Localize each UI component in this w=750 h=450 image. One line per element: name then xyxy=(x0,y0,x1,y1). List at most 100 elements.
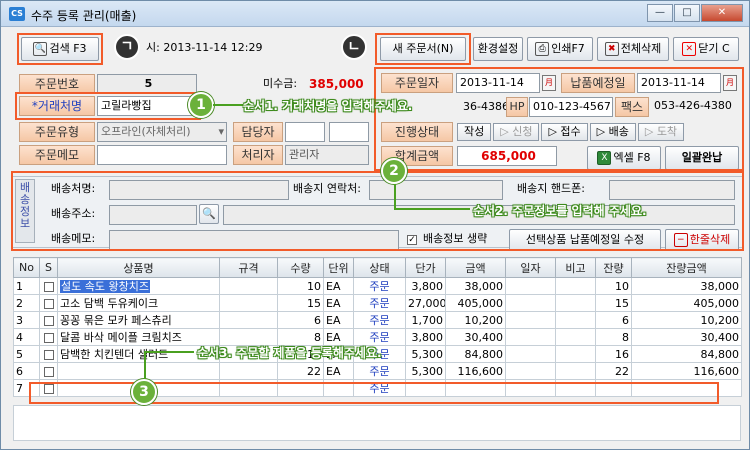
row-qty[interactable]: 15 xyxy=(277,294,324,312)
row-status[interactable]: 주문 xyxy=(353,294,406,312)
row-price[interactable]: 3,800 xyxy=(405,328,446,346)
row-spec[interactable] xyxy=(219,311,278,329)
close-window-button[interactable]: ✕ xyxy=(701,4,743,22)
maximize-button[interactable]: □ xyxy=(674,4,700,22)
row-price[interactable]: 3,800 xyxy=(405,277,446,295)
row-qty[interactable]: 6 xyxy=(277,311,324,329)
manager-input[interactable] xyxy=(285,122,325,142)
col-qty[interactable]: 수량 xyxy=(277,257,324,278)
col-price[interactable]: 단가 xyxy=(405,257,446,278)
row-unit[interactable]: EA xyxy=(323,311,354,329)
row-spec[interactable] xyxy=(219,362,278,380)
row-checkbox[interactable] xyxy=(39,328,58,346)
col-no[interactable]: No xyxy=(13,257,40,278)
row-spec[interactable] xyxy=(219,328,278,346)
row-spec[interactable] xyxy=(219,294,278,312)
order-type-select[interactable]: 오프라인(자체처리) ▾ xyxy=(97,122,227,142)
table-row[interactable]: 2 고소 담백 두유케이크 15 EA 주문 27,000 405,000 15… xyxy=(13,294,742,312)
row-checkbox[interactable] xyxy=(39,311,58,329)
print-label: 인쇄F7 xyxy=(551,42,585,55)
row-amount: 38,000 xyxy=(445,277,506,295)
row-product-name[interactable] xyxy=(57,362,220,380)
row-status[interactable]: 주문 xyxy=(353,311,406,329)
row-date[interactable] xyxy=(505,294,556,312)
row-price[interactable]: 5,300 xyxy=(405,362,446,380)
row-qty[interactable]: 8 xyxy=(277,328,324,346)
row-no: 6 xyxy=(13,362,40,380)
step3-text: 순서3. 주문할 제품을 등록해주세요. xyxy=(197,346,382,360)
row-unit[interactable]: EA xyxy=(323,277,354,295)
row-status[interactable]: 주문 xyxy=(353,362,406,380)
close-button[interactable]: ✕ 닫기 C xyxy=(673,37,739,61)
title-bar: CS 수주 등록 관리(매출) — □ ✕ xyxy=(1,1,749,27)
table-empty-area xyxy=(13,405,741,441)
minimize-button[interactable]: — xyxy=(647,4,673,22)
row-unit[interactable]: EA xyxy=(323,294,354,312)
manager-extra-input[interactable] xyxy=(329,122,369,142)
row-note[interactable] xyxy=(555,362,596,380)
row-remain: 10 xyxy=(595,277,632,295)
row-product-name[interactable]: 꽁꽁 묶은 모카 페스츄리 xyxy=(57,311,220,329)
row-note[interactable] xyxy=(555,345,596,363)
row-qty[interactable]: 10 xyxy=(277,277,324,295)
order-memo-input[interactable] xyxy=(97,145,227,165)
row-unit[interactable]: EA xyxy=(323,328,354,346)
col-amount[interactable]: 금액 xyxy=(445,257,506,278)
col-select[interactable]: S xyxy=(39,257,58,278)
checkbox-icon xyxy=(43,281,54,292)
row-product-name[interactable]: 고소 담백 두유케이크 xyxy=(57,294,220,312)
new-order-highlight xyxy=(375,33,471,65)
row-unit[interactable]: EA xyxy=(323,362,354,380)
row-price[interactable]: 1,700 xyxy=(405,311,446,329)
row-checkbox[interactable] xyxy=(39,294,58,312)
row-note[interactable] xyxy=(555,311,596,329)
created-datetime: 시: 2013-11-14 12:29 xyxy=(146,41,263,54)
step2-text: 순서2. 주문정보를 입력해 주세요. xyxy=(473,204,647,218)
row-date[interactable] xyxy=(505,277,556,295)
settings-button[interactable]: 환경설정 xyxy=(473,37,523,61)
window-title: 수주 등록 관리(매출) xyxy=(31,9,137,23)
step2-line-horizontal xyxy=(394,208,470,210)
col-status[interactable]: 상태 xyxy=(353,257,406,278)
order-no-field: 5 xyxy=(97,74,197,94)
printer-icon: ⎙ xyxy=(535,42,550,56)
row-checkbox[interactable] xyxy=(39,277,58,295)
row-date[interactable] xyxy=(505,345,556,363)
col-spec[interactable]: 규격 xyxy=(219,257,278,278)
row-note[interactable] xyxy=(555,294,596,312)
row-date[interactable] xyxy=(505,328,556,346)
row-spec[interactable] xyxy=(219,277,278,295)
row-price[interactable]: 27,000 xyxy=(405,294,446,312)
step1-badge: 1 xyxy=(188,92,214,118)
table-row[interactable]: 6 22 EA 주문 5,300 116,600 22 116,600 xyxy=(13,362,742,380)
row-product-name[interactable]: 설도 속도 왕창치즈 xyxy=(57,277,220,295)
col-remain-amount[interactable]: 잔량금액 xyxy=(631,257,742,278)
row-price[interactable]: 5,300 xyxy=(405,345,446,363)
row-note[interactable] xyxy=(555,328,596,346)
col-date[interactable]: 일자 xyxy=(505,257,556,278)
print-button[interactable]: ⎙ 인쇄F7 xyxy=(527,37,593,61)
table-row[interactable]: 1 설도 속도 왕창치즈 10 EA 주문 3,800 38,000 10 38… xyxy=(13,277,742,295)
row-date[interactable] xyxy=(505,311,556,329)
row-product-name[interactable]: 달콤 바삭 메이플 크림치즈 xyxy=(57,328,220,346)
row-note[interactable] xyxy=(555,277,596,295)
order-no-label: 주문번호 xyxy=(19,74,95,94)
col-remain[interactable]: 잔량 xyxy=(595,257,632,278)
row-status[interactable]: 주문 xyxy=(353,328,406,346)
col-product-name[interactable]: 상품명 xyxy=(57,257,220,278)
row-date[interactable] xyxy=(505,362,556,380)
checkbox-icon xyxy=(43,349,54,360)
row-checkbox[interactable] xyxy=(39,345,58,363)
col-unit[interactable]: 단위 xyxy=(323,257,354,278)
row-qty[interactable]: 22 xyxy=(277,362,324,380)
col-note[interactable]: 비고 xyxy=(555,257,596,278)
row-product-name[interactable]: 담백한 치킨텐더 샐러드 xyxy=(57,345,220,363)
delete-all-button[interactable]: ✖ 전체삭제 xyxy=(597,37,669,61)
selected-product-text: 설도 속도 왕창치즈 xyxy=(60,280,150,293)
row-checkbox[interactable] xyxy=(39,362,58,380)
app-icon: CS xyxy=(9,7,25,21)
table-row[interactable]: 3 꽁꽁 묶은 모카 페스츄리 6 EA 주문 1,700 10,200 6 1… xyxy=(13,311,742,329)
row-status[interactable]: 주문 xyxy=(353,277,406,295)
row-no: 4 xyxy=(13,328,40,346)
table-row[interactable]: 4 달콤 바삭 메이플 크림치즈 8 EA 주문 3,800 30,400 8 … xyxy=(13,328,742,346)
